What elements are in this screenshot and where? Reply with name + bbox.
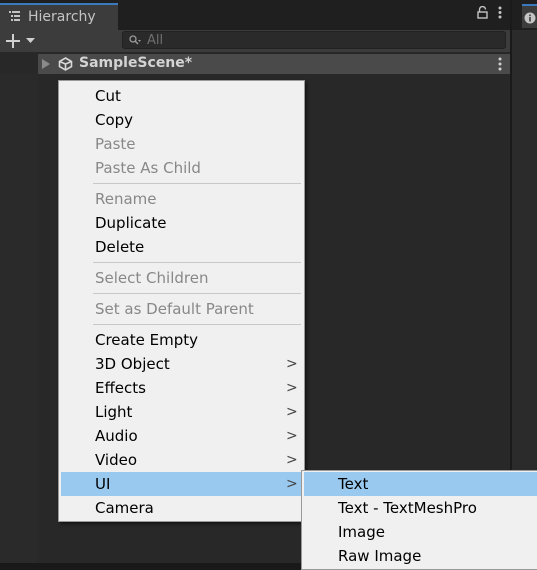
info-icon	[524, 12, 536, 24]
menu-item-light[interactable]: Light >	[61, 400, 302, 424]
menu-item-ui[interactable]: UI >	[61, 472, 302, 496]
menu-separator	[93, 324, 301, 325]
ui-submenu: Text Text - TextMeshPro Image Raw Image	[301, 470, 537, 570]
menu-item-effects[interactable]: Effects >	[61, 376, 302, 400]
search-placeholder: All	[147, 33, 164, 48]
menu-separator	[93, 262, 301, 263]
create-dropdown-button[interactable]	[4, 31, 40, 51]
menu-item-rename: Rename	[61, 187, 302, 211]
menu-separator	[93, 183, 301, 184]
submenu-arrow-icon: >	[286, 452, 298, 468]
submenu-arrow-icon: >	[286, 380, 298, 396]
tab-title: Hierarchy	[28, 9, 96, 25]
menu-item-copy[interactable]: Copy	[61, 108, 302, 132]
menu-item-delete[interactable]: Delete	[61, 235, 302, 259]
menu-item-label: Paste	[95, 135, 136, 153]
menu-item-label: 3D Object	[95, 355, 170, 373]
submenu-item-image[interactable]: Image	[304, 520, 537, 544]
menu-item-label: Delete	[95, 238, 145, 256]
menu-item-label: Duplicate	[95, 214, 167, 232]
menu-item-video[interactable]: Video >	[61, 448, 302, 472]
hierarchy-gutter	[0, 74, 38, 563]
menu-item-duplicate[interactable]: Duplicate	[61, 211, 302, 235]
menu-item-camera[interactable]: Camera	[61, 496, 302, 520]
menu-item-label: Effects	[95, 379, 146, 397]
menu-item-audio[interactable]: Audio >	[61, 424, 302, 448]
submenu-arrow-icon: >	[286, 476, 298, 492]
dropdown-caret-icon	[26, 38, 35, 43]
menu-item-label: Audio	[95, 427, 138, 445]
menu-item-label: Light	[95, 403, 133, 421]
tab-tools	[477, 6, 502, 19]
menu-item-label: Video	[95, 451, 138, 469]
context-menu: Cut Copy Paste Paste As Child Rename Dup…	[58, 80, 305, 522]
menu-item-create-empty[interactable]: Create Empty	[61, 328, 302, 352]
menu-item-label: Camera	[95, 499, 154, 517]
menu-item-label: UI	[95, 475, 111, 493]
submenu-item-text[interactable]: Text	[304, 472, 537, 496]
scene-menu-kebab-icon[interactable]	[498, 57, 502, 71]
expand-triangle-icon[interactable]	[42, 59, 50, 69]
search-field[interactable]: All	[122, 31, 506, 49]
lock-icon[interactable]	[477, 6, 488, 19]
submenu-arrow-icon: >	[286, 404, 298, 420]
menu-item-cut[interactable]: Cut	[61, 84, 302, 108]
menu-item-label: Create Empty	[95, 331, 198, 349]
hierarchy-list-icon	[9, 11, 20, 21]
submenu-item-label: Text - TextMeshPro	[338, 499, 477, 517]
scene-row[interactable]: SampleScene*	[38, 54, 510, 74]
submenu-item-label: Image	[338, 523, 385, 541]
menu-item-label: Cut	[95, 87, 121, 105]
menu-item-paste: Paste	[61, 132, 302, 156]
tab-menu-kebab-icon[interactable]	[498, 6, 502, 19]
scene-name: SampleScene*	[79, 55, 193, 71]
menu-item-label: Copy	[95, 111, 134, 129]
menu-item-3d-object[interactable]: 3D Object >	[61, 352, 302, 376]
tab-inspector[interactable]	[522, 4, 537, 28]
menu-item-label: Rename	[95, 190, 157, 208]
submenu-item-text-meshpro[interactable]: Text - TextMeshPro	[304, 496, 537, 520]
menu-item-label: Set as Default Parent	[95, 300, 254, 318]
unity-scene-icon	[58, 57, 73, 71]
menu-separator	[93, 293, 301, 294]
hierarchy-toolbar: All	[0, 30, 510, 52]
tab-hierarchy[interactable]: Hierarchy	[0, 3, 118, 30]
tab-bar: Hierarchy	[0, 0, 510, 30]
menu-item-label: Paste As Child	[95, 159, 201, 177]
menu-item-label: Select Children	[95, 269, 209, 287]
menu-item-set-default-parent: Set as Default Parent	[61, 297, 302, 321]
plus-icon	[6, 34, 20, 48]
submenu-arrow-icon: >	[286, 428, 298, 444]
submenu-arrow-icon: >	[286, 356, 298, 372]
submenu-item-label: Text	[338, 475, 369, 493]
submenu-item-label: Raw Image	[338, 547, 422, 565]
menu-item-paste-as-child: Paste As Child	[61, 156, 302, 180]
menu-item-select-children: Select Children	[61, 266, 302, 290]
search-icon	[129, 35, 141, 45]
submenu-item-raw-image[interactable]: Raw Image	[304, 544, 537, 568]
